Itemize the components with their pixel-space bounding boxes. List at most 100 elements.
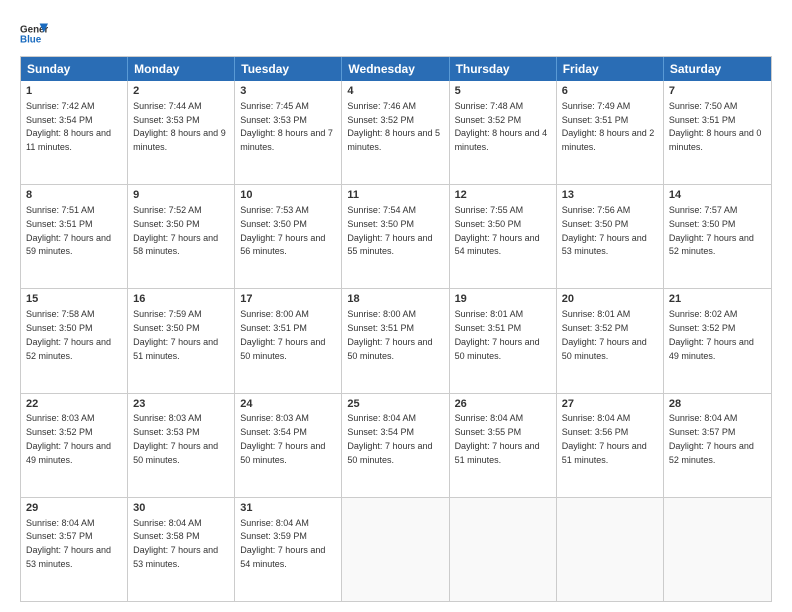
day-number: 25 bbox=[347, 397, 443, 412]
day-header-thursday: Thursday bbox=[450, 57, 557, 81]
day-number: 19 bbox=[455, 292, 551, 307]
calendar-row-5: 29 Sunrise: 8:04 AMSunset: 3:57 PMDayligh… bbox=[21, 497, 771, 601]
calendar-cell bbox=[342, 498, 449, 601]
calendar-cell: 30 Sunrise: 8:04 AMSunset: 3:58 PMDayligh… bbox=[128, 498, 235, 601]
sunrise-info: Sunrise: 8:04 AMSunset: 3:57 PMDaylight:… bbox=[26, 518, 111, 569]
sunrise-info: Sunrise: 8:00 AMSunset: 3:51 PMDaylight:… bbox=[347, 309, 432, 360]
sunrise-info: Sunrise: 7:51 AMSunset: 3:51 PMDaylight:… bbox=[26, 205, 111, 256]
sunrise-info: Sunrise: 7:45 AMSunset: 3:53 PMDaylight:… bbox=[240, 101, 333, 152]
calendar-cell: 14 Sunrise: 7:57 AMSunset: 3:50 PMDayligh… bbox=[664, 185, 771, 288]
calendar-body: 1 Sunrise: 7:42 AMSunset: 3:54 PMDaylight… bbox=[21, 81, 771, 601]
day-number: 7 bbox=[669, 84, 766, 99]
day-number: 22 bbox=[26, 397, 122, 412]
calendar-cell: 24Sunrise: 8:03 AMSunset: 3:54 PMDayligh… bbox=[235, 394, 342, 497]
calendar-cell: 9 Sunrise: 7:52 AMSunset: 3:50 PMDaylight… bbox=[128, 185, 235, 288]
calendar-cell: 21Sunrise: 8:02 AMSunset: 3:52 PMDayligh… bbox=[664, 289, 771, 392]
day-number: 1 bbox=[26, 84, 122, 99]
calendar-cell: 1 Sunrise: 7:42 AMSunset: 3:54 PMDaylight… bbox=[21, 81, 128, 184]
sunrise-info: Sunrise: 8:04 AMSunset: 3:55 PMDaylight:… bbox=[455, 413, 540, 464]
calendar-cell: 5Sunrise: 7:48 AMSunset: 3:52 PMDaylight… bbox=[450, 81, 557, 184]
day-number: 8 bbox=[26, 188, 122, 203]
sunrise-info: Sunrise: 7:54 AMSunset: 3:50 PMDaylight:… bbox=[347, 205, 432, 256]
day-number: 20 bbox=[562, 292, 658, 307]
calendar-cell: 15 Sunrise: 7:58 AMSunset: 3:50 PMDayligh… bbox=[21, 289, 128, 392]
sunrise-info: Sunrise: 7:57 AMSunset: 3:50 PMDaylight:… bbox=[669, 205, 754, 256]
day-number: 18 bbox=[347, 292, 443, 307]
calendar-cell bbox=[450, 498, 557, 601]
calendar-header: SundayMondayTuesdayWednesdayThursdayFrid… bbox=[21, 57, 771, 81]
day-number: 10 bbox=[240, 188, 336, 203]
calendar-row-4: 22Sunrise: 8:03 AMSunset: 3:52 PMDayligh… bbox=[21, 393, 771, 497]
calendar-cell bbox=[664, 498, 771, 601]
day-number: 30 bbox=[133, 501, 229, 516]
sunrise-info: Sunrise: 7:58 AMSunset: 3:50 PMDaylight:… bbox=[26, 309, 111, 360]
calendar-cell: 3 Sunrise: 7:45 AMSunset: 3:53 PMDaylight… bbox=[235, 81, 342, 184]
day-number: 16 bbox=[133, 292, 229, 307]
calendar-row-1: 1 Sunrise: 7:42 AMSunset: 3:54 PMDaylight… bbox=[21, 81, 771, 184]
day-header-tuesday: Tuesday bbox=[235, 57, 342, 81]
calendar-cell: 6Sunrise: 7:49 AMSunset: 3:51 PMDaylight… bbox=[557, 81, 664, 184]
day-number: 9 bbox=[133, 188, 229, 203]
calendar-cell bbox=[557, 498, 664, 601]
day-header-friday: Friday bbox=[557, 57, 664, 81]
sunrise-info: Sunrise: 7:59 AMSunset: 3:50 PMDaylight:… bbox=[133, 309, 218, 360]
day-number: 24 bbox=[240, 397, 336, 412]
sunrise-info: Sunrise: 8:01 AMSunset: 3:52 PMDaylight:… bbox=[562, 309, 647, 360]
sunrise-info: Sunrise: 7:50 AMSunset: 3:51 PMDaylight:… bbox=[669, 101, 762, 152]
day-number: 27 bbox=[562, 397, 658, 412]
calendar-cell: 19 Sunrise: 8:01 AMSunset: 3:51 PMDayligh… bbox=[450, 289, 557, 392]
calendar-cell: 16 Sunrise: 7:59 AMSunset: 3:50 PMDayligh… bbox=[128, 289, 235, 392]
day-number: 3 bbox=[240, 84, 336, 99]
calendar-row-3: 15 Sunrise: 7:58 AMSunset: 3:50 PMDayligh… bbox=[21, 288, 771, 392]
sunrise-info: Sunrise: 7:52 AMSunset: 3:50 PMDaylight:… bbox=[133, 205, 218, 256]
sunrise-info: Sunrise: 7:46 AMSunset: 3:52 PMDaylight:… bbox=[347, 101, 440, 152]
sunrise-info: Sunrise: 8:00 AMSunset: 3:51 PMDaylight:… bbox=[240, 309, 325, 360]
day-number: 23 bbox=[133, 397, 229, 412]
calendar-cell: 27Sunrise: 8:04 AMSunset: 3:56 PMDayligh… bbox=[557, 394, 664, 497]
day-number: 14 bbox=[669, 188, 766, 203]
calendar-cell: 7 Sunrise: 7:50 AMSunset: 3:51 PMDaylight… bbox=[664, 81, 771, 184]
calendar-cell: 13 Sunrise: 7:56 AMSunset: 3:50 PMDayligh… bbox=[557, 185, 664, 288]
sunrise-info: Sunrise: 8:04 AMSunset: 3:59 PMDaylight:… bbox=[240, 518, 325, 569]
logo: General Blue bbox=[20, 20, 50, 48]
day-number: 5 bbox=[455, 84, 551, 99]
day-header-sunday: Sunday bbox=[21, 57, 128, 81]
sunrise-info: Sunrise: 7:42 AMSunset: 3:54 PMDaylight:… bbox=[26, 101, 111, 152]
day-number: 31 bbox=[240, 501, 336, 516]
calendar-cell: 20 Sunrise: 8:01 AMSunset: 3:52 PMDayligh… bbox=[557, 289, 664, 392]
calendar-cell: 2Sunrise: 7:44 AMSunset: 3:53 PMDaylight… bbox=[128, 81, 235, 184]
calendar-cell: 25Sunrise: 8:04 AMSunset: 3:54 PMDayligh… bbox=[342, 394, 449, 497]
sunrise-info: Sunrise: 7:49 AMSunset: 3:51 PMDaylight:… bbox=[562, 101, 655, 152]
svg-text:Blue: Blue bbox=[20, 34, 42, 45]
sunrise-info: Sunrise: 7:56 AMSunset: 3:50 PMDaylight:… bbox=[562, 205, 647, 256]
sunrise-info: Sunrise: 7:44 AMSunset: 3:53 PMDaylight:… bbox=[133, 101, 226, 152]
day-number: 13 bbox=[562, 188, 658, 203]
calendar-cell: 10 Sunrise: 7:53 AMSunset: 3:50 PMDayligh… bbox=[235, 185, 342, 288]
sunrise-info: Sunrise: 8:03 AMSunset: 3:53 PMDaylight:… bbox=[133, 413, 218, 464]
sunrise-info: Sunrise: 8:04 AMSunset: 3:56 PMDaylight:… bbox=[562, 413, 647, 464]
day-number: 29 bbox=[26, 501, 122, 516]
calendar-cell: 22Sunrise: 8:03 AMSunset: 3:52 PMDayligh… bbox=[21, 394, 128, 497]
day-number: 15 bbox=[26, 292, 122, 307]
calendar: SundayMondayTuesdayWednesdayThursdayFrid… bbox=[20, 56, 772, 602]
sunrise-info: Sunrise: 8:03 AMSunset: 3:52 PMDaylight:… bbox=[26, 413, 111, 464]
day-number: 21 bbox=[669, 292, 766, 307]
day-number: 12 bbox=[455, 188, 551, 203]
calendar-cell: 11 Sunrise: 7:54 AMSunset: 3:50 PMDayligh… bbox=[342, 185, 449, 288]
calendar-cell: 28Sunrise: 8:04 AMSunset: 3:57 PMDayligh… bbox=[664, 394, 771, 497]
day-number: 11 bbox=[347, 188, 443, 203]
day-header-monday: Monday bbox=[128, 57, 235, 81]
sunrise-info: Sunrise: 8:04 AMSunset: 3:57 PMDaylight:… bbox=[669, 413, 754, 464]
calendar-cell: 4Sunrise: 7:46 AMSunset: 3:52 PMDaylight… bbox=[342, 81, 449, 184]
calendar-cell: 29 Sunrise: 8:04 AMSunset: 3:57 PMDayligh… bbox=[21, 498, 128, 601]
sunrise-info: Sunrise: 8:01 AMSunset: 3:51 PMDaylight:… bbox=[455, 309, 540, 360]
sunrise-info: Sunrise: 7:53 AMSunset: 3:50 PMDaylight:… bbox=[240, 205, 325, 256]
day-number: 17 bbox=[240, 292, 336, 307]
calendar-cell: 18 Sunrise: 8:00 AMSunset: 3:51 PMDayligh… bbox=[342, 289, 449, 392]
calendar-row-2: 8 Sunrise: 7:51 AMSunset: 3:51 PMDaylight… bbox=[21, 184, 771, 288]
day-header-wednesday: Wednesday bbox=[342, 57, 449, 81]
sunrise-info: Sunrise: 8:04 AMSunset: 3:54 PMDaylight:… bbox=[347, 413, 432, 464]
sunrise-info: Sunrise: 8:04 AMSunset: 3:58 PMDaylight:… bbox=[133, 518, 218, 569]
calendar-cell: 23Sunrise: 8:03 AMSunset: 3:53 PMDayligh… bbox=[128, 394, 235, 497]
calendar-cell: 26Sunrise: 8:04 AMSunset: 3:55 PMDayligh… bbox=[450, 394, 557, 497]
